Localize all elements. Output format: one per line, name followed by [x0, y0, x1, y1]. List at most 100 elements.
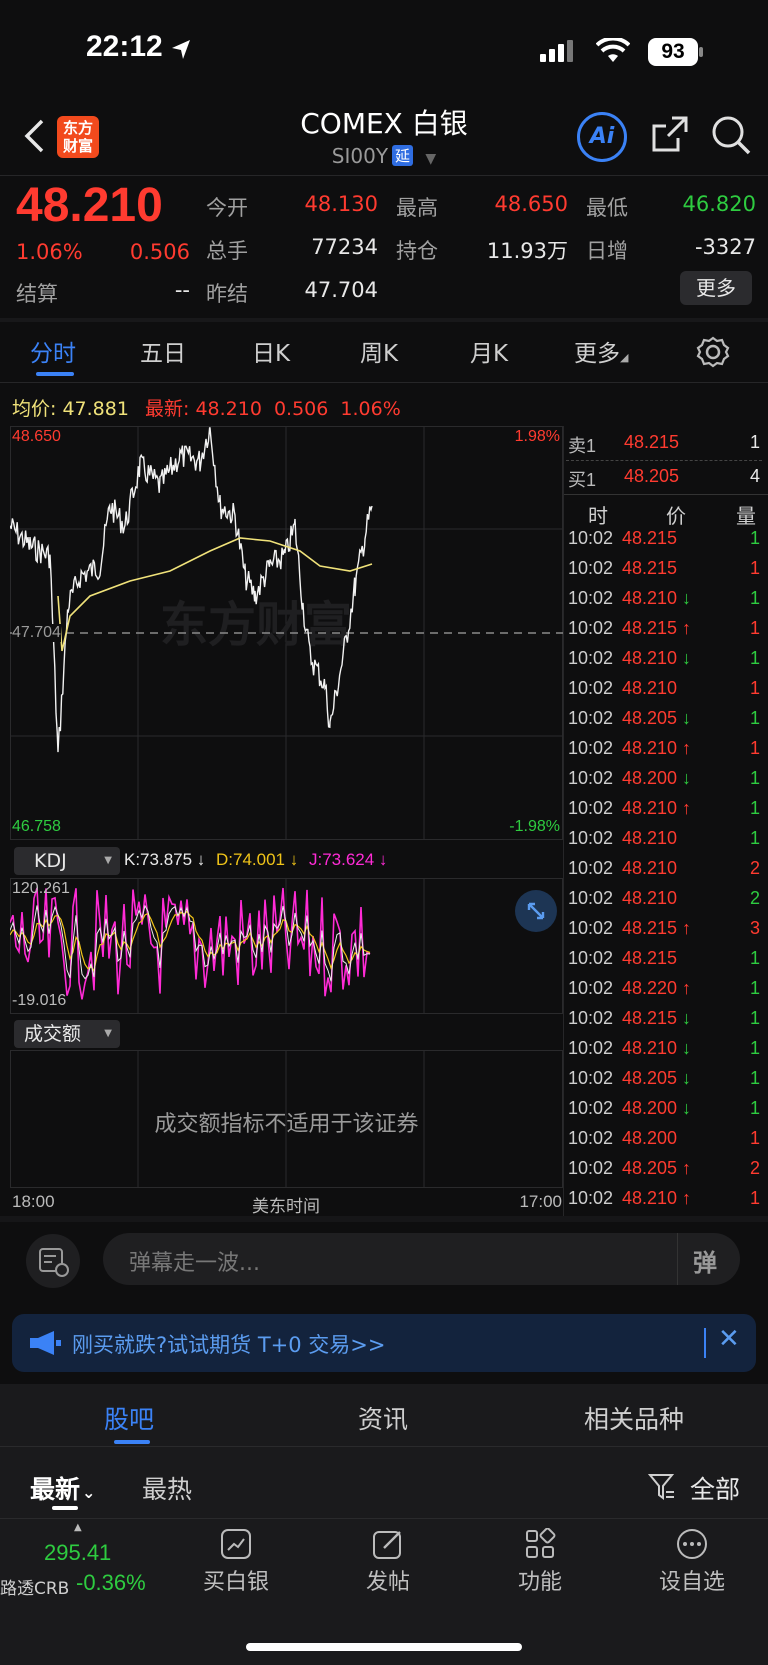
trade-row: 10:02 48.210 ↓ 1: [566, 648, 766, 678]
filter-hot[interactable]: 最热: [142, 1470, 192, 1506]
trade-time: 10:02: [568, 618, 614, 638]
home-indicator[interactable]: [246, 1643, 522, 1651]
share-icon[interactable]: [650, 114, 690, 154]
trade-qty: 2: [749, 858, 760, 878]
ask-label: 卖1: [568, 436, 597, 456]
y-axis-high: 48.650: [12, 428, 61, 445]
low-value: 46.820: [682, 192, 756, 216]
danmu-input[interactable]: 弹幕走一波... 弹: [103, 1233, 740, 1285]
ticker-value[interactable]: 295.41: [44, 1540, 111, 1566]
trade-arrow: ↓: [682, 1098, 691, 1118]
tab-five-day[interactable]: 五日: [140, 334, 186, 368]
trade-arrow: ↓: [682, 768, 691, 788]
location-icon: [172, 40, 190, 59]
caret-icon: ◢: [620, 351, 629, 364]
intraday-chart[interactable]: 东方财富: [10, 426, 563, 840]
ai-button[interactable]: Ai: [577, 112, 627, 162]
trade-row: 10:02 48.205 ↓ 1: [566, 1068, 766, 1098]
daily-increase-label: 日增: [586, 239, 628, 263]
trade-price: 48.215: [622, 1008, 678, 1028]
filter-all[interactable]: 全部: [690, 1470, 740, 1506]
search-icon[interactable]: [710, 114, 752, 156]
trade-arrow: ↑: [682, 798, 691, 818]
trade-row: 10:02 48.210 ↑ 1: [566, 738, 766, 768]
more-quote-button[interactable]: 更多: [680, 271, 752, 305]
trade-row: 10:02 48.220 ↑ 1: [566, 978, 766, 1008]
tab-weekly-k[interactable]: 周K: [360, 334, 398, 368]
tab-intraday[interactable]: 分时: [30, 334, 76, 368]
volume-indicator-selector[interactable]: 成交额 ▼: [14, 1020, 120, 1048]
danmu-toggle-button[interactable]: [26, 1234, 80, 1288]
trade-time: 10:02: [568, 918, 614, 938]
latest-value: 48.210: [195, 398, 262, 420]
trade-arrow: ↓: [682, 1038, 691, 1058]
ticker-percent[interactable]: -0.36%: [76, 1570, 146, 1596]
trade-time: 10:02: [568, 1008, 614, 1028]
trade-time: 10:02: [568, 1158, 614, 1178]
trade-qty: 1: [749, 738, 760, 758]
nav-buy-silver[interactable]: 买白银: [196, 1528, 276, 1596]
trade-price: 48.210: [622, 678, 678, 698]
trade-row: 10:02 48.215 ↓ 1: [566, 1008, 766, 1038]
trade-time: 10:02: [568, 588, 614, 608]
settings-gear-icon[interactable]: [696, 335, 730, 369]
trade-arrow: ↑: [682, 978, 691, 998]
change-percent: 1.06%: [16, 240, 83, 264]
filter-latest[interactable]: 最新 ⌄: [30, 1470, 95, 1506]
trade-time: 10:02: [568, 768, 614, 788]
trade-time: 10:02: [568, 978, 614, 998]
close-icon[interactable]: ✕: [718, 1324, 740, 1354]
nav-add-watchlist[interactable]: 设自选: [652, 1528, 732, 1596]
kdj-indicator-selector[interactable]: KDJ ▼: [14, 847, 120, 875]
trade-row: 10:02 48.210 1: [566, 828, 766, 858]
trade-arrow: ↓: [682, 708, 691, 728]
trade-price: 48.200: [622, 1128, 678, 1148]
trade-arrow: ↑: [682, 1158, 691, 1178]
ticker-name[interactable]: 路透CRB: [0, 1574, 69, 1599]
promo-banner[interactable]: 刚买就跌?试试期货 T+0 交易>> ✕: [12, 1314, 756, 1372]
trade-time: 10:02: [568, 1038, 614, 1058]
prev-settle-value: 47.704: [304, 278, 378, 302]
nav-functions[interactable]: 功能: [500, 1527, 580, 1596]
divider: [677, 1233, 678, 1285]
kdj-axis-low: -19.016: [12, 992, 67, 1009]
expand-chart-button[interactable]: [515, 890, 557, 932]
y-axis-low: 46.758: [12, 818, 61, 835]
price-line: [10, 427, 373, 753]
pct-axis-low: -1.98%: [509, 818, 560, 835]
active-section-indicator: [114, 1440, 150, 1444]
kdj-d: D:74.001 ↓: [216, 850, 299, 869]
trade-row: 10:02 48.210 2: [566, 888, 766, 918]
trade-time: 10:02: [568, 738, 614, 758]
trade-price: 48.215: [622, 558, 678, 578]
tab-monthly-k[interactable]: 月K: [470, 334, 508, 368]
trades-header: 时 价 量: [566, 500, 766, 530]
divider: [564, 494, 768, 495]
promo-text: 刚买就跌?试试期货 T+0 交易>>: [72, 1333, 386, 1357]
kdj-values: K:73.875 ↓ D:74.001 ↓ J:73.624 ↓: [124, 850, 387, 870]
watermark: 东方财富: [160, 597, 352, 653]
trade-price: 48.205: [622, 708, 678, 728]
tab-related[interactable]: 相关品种: [584, 1400, 684, 1436]
trade-price: 48.210: [622, 1188, 678, 1208]
filter-funnel-icon[interactable]: [648, 1472, 676, 1502]
trade-time: 10:02: [568, 1188, 614, 1208]
tab-news[interactable]: 资讯: [358, 1400, 408, 1436]
trade-price: 48.205: [622, 1068, 678, 1088]
trade-qty: 3: [749, 918, 760, 938]
danmu-send-button[interactable]: 弹: [693, 1243, 717, 1278]
tab-daily-k[interactable]: 日K: [252, 334, 290, 368]
status-time: 22:12: [86, 30, 163, 63]
trade-time: 10:02: [568, 1128, 614, 1148]
trade-row: 10:02 48.210 ↓ 1: [566, 588, 766, 618]
tab-more[interactable]: 更多◢: [574, 334, 628, 368]
trade-price: 48.200: [622, 768, 678, 788]
trade-price: 48.210: [622, 888, 678, 908]
status-bar: 22:12 93: [0, 0, 768, 100]
trade-row: 10:02 48.210 ↑ 1: [566, 1188, 766, 1218]
trade-row: 10:02 48.210 2: [566, 858, 766, 888]
trade-qty: 1: [749, 768, 760, 788]
tab-guba[interactable]: 股吧: [104, 1400, 154, 1436]
nav-post[interactable]: 发帖: [348, 1528, 428, 1596]
edit-icon: [373, 1531, 401, 1559]
